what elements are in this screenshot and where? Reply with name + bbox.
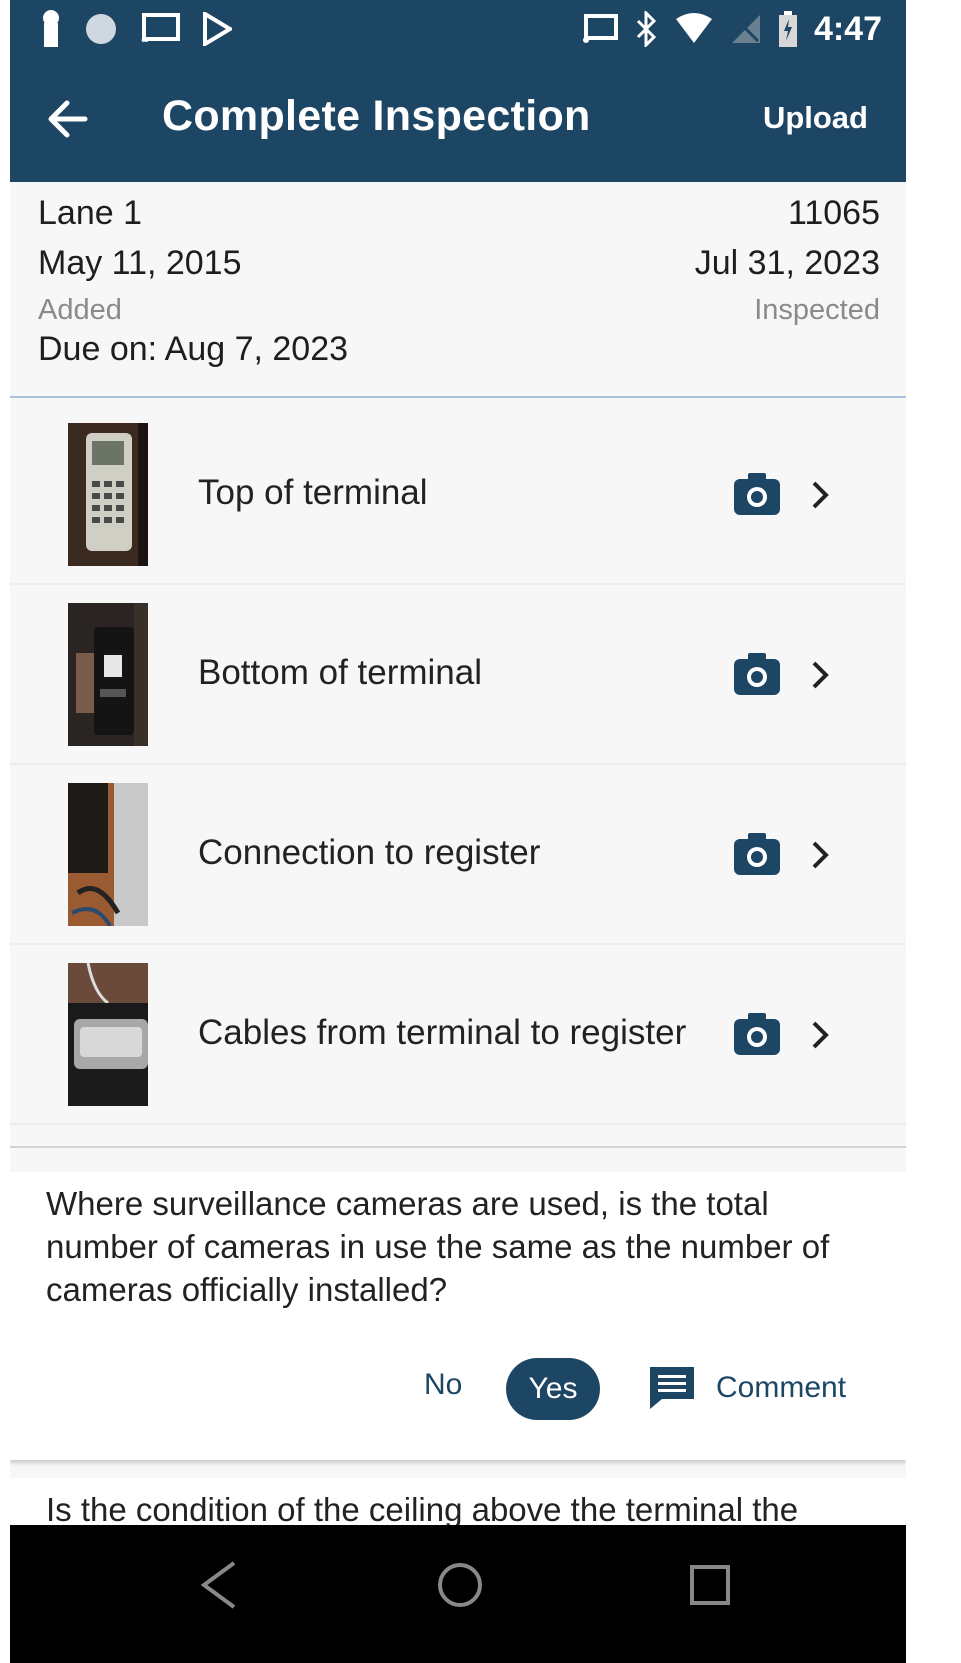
question-text: Where surveillance cameras are used, is … bbox=[46, 1185, 830, 1308]
lane-name: Lane 1 bbox=[38, 194, 142, 232]
app-bar: Complete Inspection Upload bbox=[10, 56, 906, 182]
chevron-right-icon[interactable] bbox=[806, 835, 836, 875]
globe-icon bbox=[84, 12, 118, 46]
no-signal-icon bbox=[730, 13, 762, 45]
lane-code: 11065 bbox=[787, 194, 880, 232]
comment-button[interactable]: Comment bbox=[648, 1360, 846, 1416]
wifi-icon bbox=[674, 13, 714, 45]
chevron-right-icon[interactable] bbox=[806, 475, 836, 515]
battery-charging-icon bbox=[778, 11, 798, 47]
back-button[interactable] bbox=[34, 86, 100, 152]
photo-thumbnail[interactable] bbox=[68, 603, 148, 746]
divider bbox=[10, 1146, 906, 1148]
photo-list: Top of terminal Bottom of terminal Conne… bbox=[10, 405, 906, 1125]
status-bar: 4:47 bbox=[10, 0, 906, 56]
photo-thumbnail[interactable] bbox=[68, 963, 148, 1106]
due-date: Due on: Aug 7, 2023 bbox=[38, 330, 349, 368]
photo-thumbnail[interactable] bbox=[68, 423, 148, 566]
camera-icon[interactable] bbox=[732, 469, 782, 519]
camera-icon[interactable] bbox=[732, 1009, 782, 1059]
added-label: Added bbox=[38, 294, 122, 326]
inspected-label: Inspected bbox=[754, 294, 880, 326]
question-card: Where surveillance cameras are used, is … bbox=[10, 1172, 906, 1460]
upload-button[interactable]: Upload bbox=[763, 100, 868, 136]
comment-label: Comment bbox=[716, 1371, 847, 1404]
photo-label: Cables from terminal to register bbox=[198, 1013, 687, 1052]
answer-no-button[interactable]: No bbox=[424, 1368, 462, 1402]
recents-nav-icon[interactable] bbox=[680, 1555, 740, 1615]
camera-icon[interactable] bbox=[732, 829, 782, 879]
app-frame: 4:47 Complete Inspection Upload Lane 1 1… bbox=[10, 0, 906, 1663]
added-date: May 11, 2015 bbox=[38, 244, 242, 282]
page-title: Complete Inspection bbox=[162, 92, 591, 140]
arrow-left-icon bbox=[48, 100, 88, 138]
inspection-summary: Lane 1 11065 May 11, 2015 Jul 31, 2023 A… bbox=[10, 182, 906, 398]
answer-yes-button[interactable]: Yes bbox=[506, 1358, 600, 1420]
cast-icon bbox=[580, 14, 618, 44]
play-store-icon bbox=[202, 12, 232, 46]
chevron-right-icon[interactable] bbox=[806, 1015, 836, 1055]
list-item[interactable]: Cables from terminal to register bbox=[10, 945, 906, 1125]
keyhole-icon bbox=[40, 9, 62, 49]
comment-icon bbox=[650, 1367, 694, 1409]
back-nav-icon[interactable] bbox=[190, 1555, 250, 1615]
list-item[interactable]: Bottom of terminal bbox=[10, 585, 906, 765]
list-item[interactable]: Connection to register bbox=[10, 765, 906, 945]
chevron-right-icon[interactable] bbox=[806, 655, 836, 695]
list-item[interactable]: Top of terminal bbox=[10, 405, 906, 585]
status-time: 4:47 bbox=[813, 9, 882, 48]
photo-thumbnail[interactable] bbox=[68, 783, 148, 926]
system-nav-bar bbox=[10, 1525, 906, 1663]
cast-icon bbox=[140, 13, 180, 45]
photo-label: Bottom of terminal bbox=[198, 653, 482, 692]
bluetooth-icon bbox=[634, 11, 658, 47]
inspected-date: Jul 31, 2023 bbox=[694, 244, 880, 282]
home-nav-icon[interactable] bbox=[430, 1555, 490, 1615]
photo-label: Top of terminal bbox=[198, 473, 428, 512]
camera-icon[interactable] bbox=[732, 649, 782, 699]
photo-label: Connection to register bbox=[198, 833, 541, 872]
